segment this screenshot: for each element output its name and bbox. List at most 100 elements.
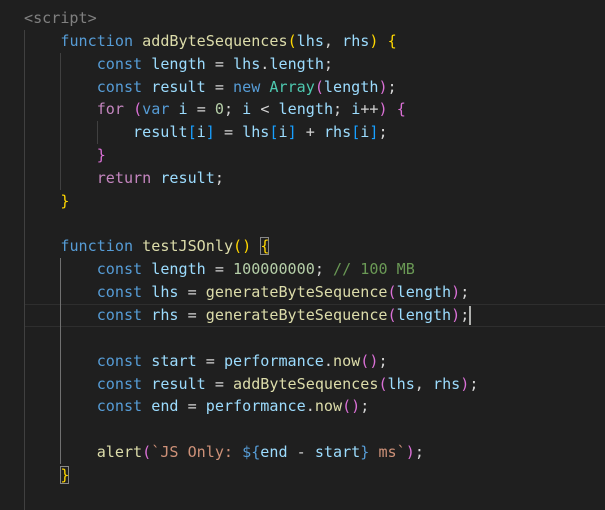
code-line[interactable]: function testJSOnly() { xyxy=(0,235,605,258)
code-token: ) xyxy=(451,283,461,302)
code-token: start xyxy=(151,351,197,370)
code-token: Array xyxy=(269,77,315,96)
code-token: lhs xyxy=(151,283,179,302)
code-token: < xyxy=(251,100,279,119)
code-token: length xyxy=(278,100,334,119)
code-token: rhs xyxy=(151,305,179,324)
code-token: lhs xyxy=(296,31,324,50)
code-token: } xyxy=(60,191,70,210)
code-token: ( xyxy=(314,77,324,96)
code-line[interactable] xyxy=(0,327,605,350)
code-token: + xyxy=(296,123,324,142)
code-token: i xyxy=(178,100,188,119)
code-token: 100000000 xyxy=(233,260,315,279)
code-token: ; xyxy=(460,283,470,302)
code-line[interactable]: result[i] = lhs[i] + rhs[i]; xyxy=(0,121,605,144)
code-token: = xyxy=(187,100,215,119)
code-line[interactable]: for (var i = 0; i < length; i++) { xyxy=(0,98,605,121)
code-line[interactable]: } xyxy=(0,190,605,213)
code-token: addByteSequences xyxy=(142,31,288,50)
code-line[interactable]: const length = lhs.length; xyxy=(0,53,605,76)
code-token: ( xyxy=(133,100,143,119)
code-token: const xyxy=(96,77,143,96)
code-token: ; xyxy=(323,54,334,73)
code-line[interactable]: const lhs = generateByteSequence(length)… xyxy=(0,281,605,304)
code-token: var xyxy=(142,100,170,119)
code-token: const xyxy=(96,374,143,393)
code-token: rhs xyxy=(323,123,352,142)
code-token: lhs xyxy=(387,374,415,393)
code-line[interactable]: const result = new Array(length); xyxy=(0,76,605,99)
code-line[interactable]: <script> xyxy=(0,7,605,30)
code-token: // 100 MB xyxy=(333,260,415,279)
code-token: const xyxy=(96,351,143,370)
code-token: = xyxy=(205,54,234,73)
code-token: ; xyxy=(333,100,352,119)
code-editor[interactable]: <script> function addByteSequences(lhs, … xyxy=(0,7,605,510)
code-token: length xyxy=(396,283,452,302)
code-token: new xyxy=(233,77,261,96)
code-token: rhs xyxy=(342,31,370,50)
code-line[interactable]: const length = 100000000; // 100 MB xyxy=(0,258,605,281)
code-token: i xyxy=(278,123,288,142)
code-token: `JS Only: xyxy=(151,443,243,462)
code-token: <script> xyxy=(24,9,97,27)
code-token: result xyxy=(151,77,206,96)
code-token: = xyxy=(196,351,224,370)
code-token: ; xyxy=(387,77,397,96)
code-token: lhs xyxy=(242,123,270,142)
code-token: addByteSequences xyxy=(233,374,379,393)
code-line[interactable]: const start = performance.now(); xyxy=(0,350,605,373)
code-token: - xyxy=(287,443,315,462)
code-line[interactable]: alert(`JS Only: ${end - start} ms`); xyxy=(0,441,605,464)
code-line[interactable]: } xyxy=(0,144,605,167)
code-line[interactable]: return result; xyxy=(0,167,605,190)
code-token: lhs xyxy=(233,54,261,73)
code-token: = xyxy=(214,123,243,142)
code-token: const xyxy=(96,260,143,279)
code-token: = xyxy=(178,397,206,416)
code-token: ] xyxy=(287,123,297,142)
code-line[interactable]: const end = performance.now(); xyxy=(0,395,605,418)
code-line[interactable] xyxy=(0,487,605,510)
code-token: { xyxy=(387,31,397,50)
indent-guide xyxy=(60,258,62,464)
code-token: { xyxy=(260,237,270,256)
code-token: ${ xyxy=(242,443,261,462)
code-token: length xyxy=(396,305,452,324)
code-token: function xyxy=(60,31,134,50)
code-token: length xyxy=(151,260,206,279)
code-line[interactable] xyxy=(0,418,605,441)
code-token: ; xyxy=(360,397,370,416)
code-line[interactable]: const result = addByteSequences(lhs, rhs… xyxy=(0,373,605,396)
code-token: ) xyxy=(460,374,470,393)
code-token: () xyxy=(233,237,252,256)
code-token: , xyxy=(414,374,433,393)
code-token: = xyxy=(178,305,206,324)
code-token: length xyxy=(269,54,324,73)
code-line[interactable]: } xyxy=(0,464,605,487)
code-token: = xyxy=(178,283,206,302)
code-line[interactable]: const rhs = generateByteSequence(length)… xyxy=(0,303,605,327)
code-token: const xyxy=(96,397,143,416)
code-token: = xyxy=(205,374,234,393)
code-token: { xyxy=(396,100,406,119)
code-token: [ xyxy=(187,123,197,142)
code-token: i xyxy=(242,100,252,119)
code-token: = xyxy=(205,77,234,96)
code-token: } xyxy=(60,465,70,484)
code-token: generateByteSequence xyxy=(205,283,388,302)
code-token: length xyxy=(323,77,379,96)
code-line[interactable] xyxy=(0,213,605,236)
code-line[interactable]: function addByteSequences(lhs, rhs) { xyxy=(0,30,605,53)
code-token: result xyxy=(151,374,206,393)
